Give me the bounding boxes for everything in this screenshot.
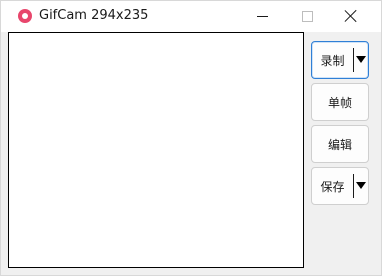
window-title: GifCam 294x235 (39, 8, 149, 23)
close-icon (345, 10, 357, 22)
save-label: 保存 (320, 179, 345, 194)
maximize-icon (302, 11, 313, 22)
close-button[interactable] (328, 1, 374, 32)
gifcam-icon (18, 9, 32, 23)
record-dropdown-icon[interactable] (356, 56, 366, 63)
record-label: 录制 (320, 53, 345, 68)
split-divider (353, 48, 354, 72)
edit-button[interactable]: 编辑 (311, 125, 369, 163)
frame-label: 单帧 (327, 95, 352, 110)
title-bar[interactable]: GifCam 294x235 (1, 1, 381, 32)
record-button[interactable]: 录制 (311, 41, 369, 79)
split-divider (353, 174, 354, 198)
maximize-button[interactable] (284, 1, 330, 32)
gifcam-window: GifCam 294x235 录制 单帧 编辑 保存 (0, 0, 382, 276)
minimize-button[interactable] (239, 1, 285, 32)
capture-area[interactable] (8, 32, 304, 268)
frame-button[interactable]: 单帧 (311, 83, 369, 121)
save-dropdown-icon[interactable] (356, 182, 366, 189)
minimize-icon (257, 16, 268, 17)
edit-label: 编辑 (327, 137, 352, 152)
save-button[interactable]: 保存 (311, 167, 369, 205)
